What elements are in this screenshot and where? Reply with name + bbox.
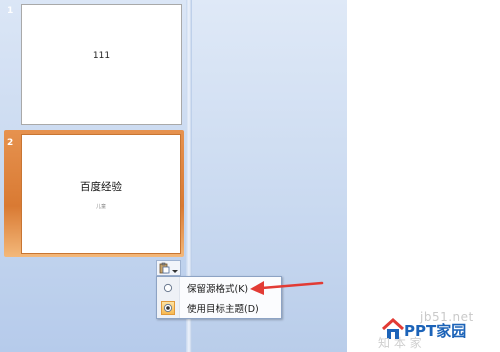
slide-canvas — [347, 0, 500, 352]
chevron-down-icon — [172, 259, 178, 278]
radio-unselected-icon — [157, 278, 179, 297]
slide-thumbnail-2[interactable]: 百度经验 儿童 — [21, 134, 181, 254]
menu-item-use-destination-theme[interactable]: 使用目标主题(D) — [157, 298, 281, 317]
paste-options-button[interactable] — [156, 260, 181, 276]
slide-title: 百度经验 — [80, 181, 122, 193]
menu-item-label: 保留源格式(K) — [187, 283, 249, 295]
menu-item-label: 使用目标主题(D) — [187, 303, 259, 315]
slide-title: 111 — [92, 51, 111, 61]
arrow-annotation-icon — [250, 281, 324, 295]
slide-subtitle: 儿童 — [95, 204, 106, 210]
slide-number: 2 — [7, 138, 14, 148]
watermark-zh: 知 本 家 — [378, 336, 422, 350]
slide-number: 1 — [7, 6, 14, 16]
radio-selected-icon — [157, 298, 179, 317]
clipboard-icon — [159, 259, 170, 278]
slide-thumbnail-1[interactable]: 111 — [21, 4, 182, 125]
